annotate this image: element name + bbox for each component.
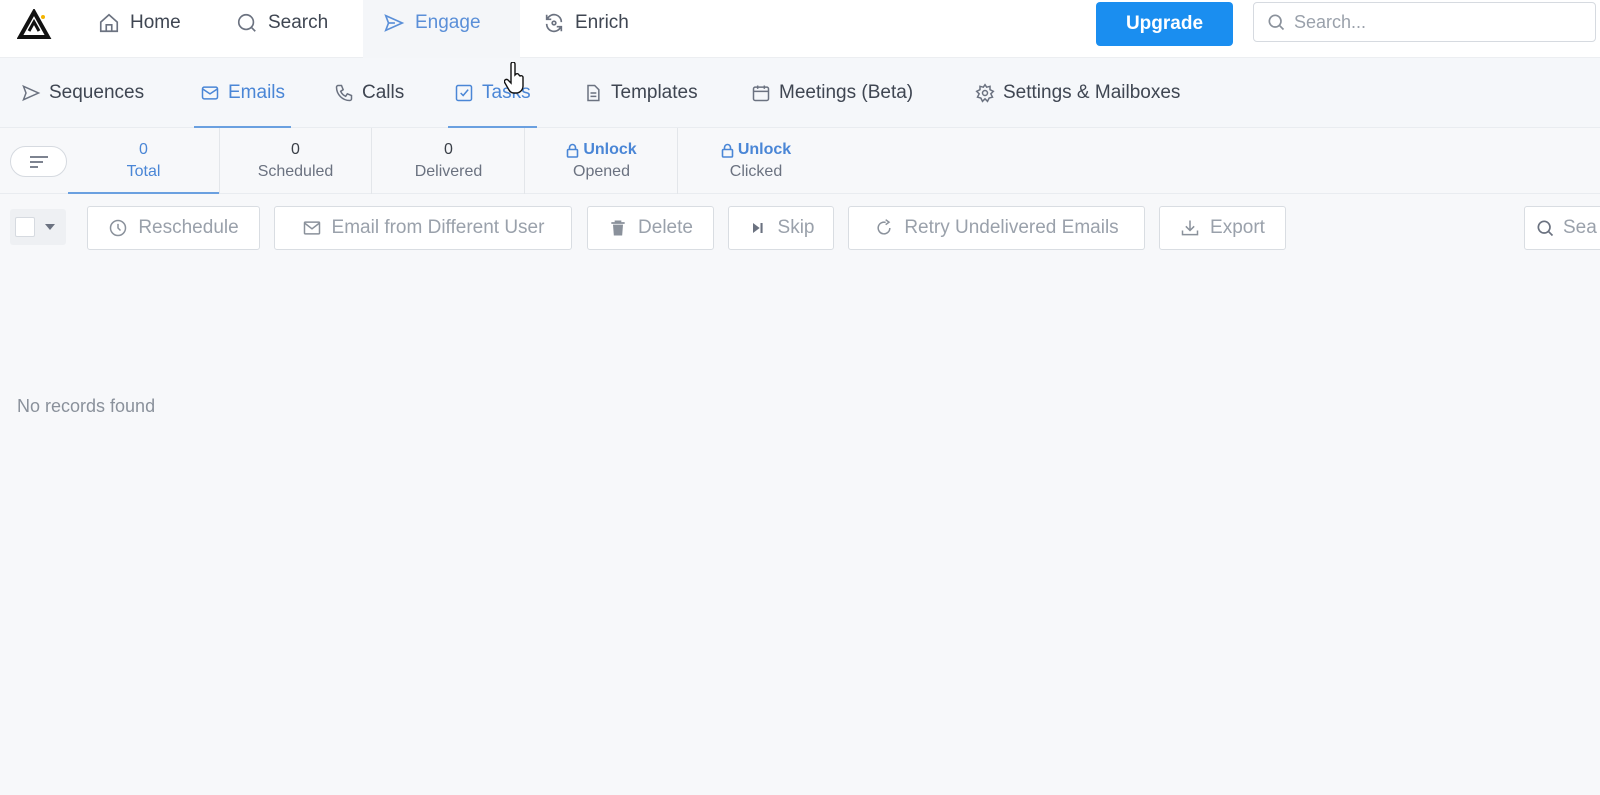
tab-meetings-label: Meetings (Beta) [779,82,914,103]
search-icon [1268,14,1285,31]
skip-button[interactable]: Skip [728,206,834,250]
home-icon [99,13,119,33]
nav-enrich[interactable]: Enrich [523,0,649,46]
delete-label: Delete [638,217,693,238]
skip-forward-icon [752,223,763,233]
reschedule-label: Reschedule [138,217,239,238]
stat-total[interactable]: 0 Total [68,128,220,194]
bulk-actions-toolbar: Reschedule Email from Different User Del… [0,205,1600,251]
phone-icon [335,84,353,102]
gear-icon [975,83,995,103]
filter-toggle-button[interactable] [10,146,67,177]
search-icon [237,13,256,32]
global-search-placeholder: Search... [1294,11,1367,32]
engage-subnav: Sequences Emails Calls Tasks Templates M… [0,58,1600,128]
stat-delivered[interactable]: 0 Delivered [373,128,525,194]
lock-icon [567,143,579,158]
stat-scheduled-label: Scheduled [257,163,334,180]
retry-undelivered-button[interactable]: Retry Undelivered Emails [848,206,1145,250]
stat-opened[interactable]: Unlock Opened [526,128,678,194]
retry-undelivered-label: Retry Undelivered Emails [904,217,1119,238]
mail-icon [201,86,219,100]
export-label: Export [1210,217,1265,238]
unlock-clicked-link[interactable]: Unlock [721,139,791,161]
unlock-clicked-label: Unlock [737,141,792,158]
tab-sequences-label: Sequences [49,82,145,103]
download-icon [1181,220,1199,236]
stat-opened-label: Opened [573,163,630,180]
search-icon [1537,220,1554,237]
delete-button[interactable]: Delete [587,206,714,250]
stat-scheduled[interactable]: 0 Scheduled [220,128,372,194]
select-all-checkbox[interactable] [15,217,35,237]
nav-home-label: Home [130,12,181,33]
tab-calls[interactable]: Calls [334,58,404,128]
document-icon [587,84,600,102]
tab-meetings[interactable]: Meetings (Beta) [751,58,913,128]
skip-label: Skip [777,217,815,238]
stat-delivered-label: Delivered [414,163,483,180]
calendar-icon [752,85,770,102]
lock-icon [721,143,734,158]
nav-engage[interactable]: Engage [363,0,520,58]
stat-total-value: 0 [139,141,148,158]
send-icon [384,14,405,32]
stat-total-label: Total [126,163,161,180]
stat-clicked[interactable]: Unlock Clicked [680,128,832,194]
nav-home[interactable]: Home [78,0,201,46]
tab-settings-label: Settings & Mailboxes [1003,82,1181,103]
list-search-placeholder: Sea [1563,217,1597,238]
hand-pointer-icon [504,62,524,94]
nav-search-label: Search [268,12,329,33]
send-icon [22,84,41,102]
reschedule-button[interactable]: Reschedule [87,206,260,250]
stat-clicked-label: Clicked [729,163,783,180]
tab-calls-label: Calls [362,82,405,103]
filter-lines-icon [29,155,48,168]
nav-search[interactable]: Search [216,0,348,46]
active-stat-indicator [68,192,219,194]
global-search-input[interactable]: Search... [1253,2,1596,42]
mail-icon [303,221,320,235]
nav-engage-label: Engage [415,12,481,33]
redo-icon [877,219,891,235]
tab-sequences[interactable]: Sequences [21,58,144,128]
trash-icon [611,220,625,236]
select-all-dropdown[interactable] [10,209,66,245]
unlock-opened-label: Unlock [583,141,637,158]
checkbox-icon [455,84,473,102]
tab-templates[interactable]: Templates [583,58,698,128]
tab-settings-mailboxes[interactable]: Settings & Mailboxes [975,58,1180,128]
upgrade-button[interactable]: Upgrade [1096,2,1233,46]
tab-emails[interactable]: Emails [194,58,292,128]
list-search-input[interactable]: Sea [1524,206,1600,250]
stat-scheduled-value: 0 [291,141,300,158]
tab-emails-label: Emails [228,82,286,103]
clock-icon [110,219,127,237]
stat-delivered-value: 0 [444,141,453,158]
export-button[interactable]: Export [1159,206,1286,250]
unlock-opened-link[interactable]: Unlock [566,139,637,161]
refresh-icon [545,13,563,33]
app-logo-icon[interactable] [17,9,53,39]
email-from-different-user-button[interactable]: Email from Different User [274,206,572,250]
email-stats-bar: 0 Total 0 Scheduled 0 Delivered Unlock O… [0,128,1600,194]
caret-down-icon [45,224,55,230]
nav-enrich-label: Enrich [575,12,629,33]
tab-templates-label: Templates [611,82,698,103]
email-from-different-user-label: Email from Different User [331,217,545,238]
top-navigation-bar: Home Search Engage Enrich Upgrade Search… [0,0,1600,58]
empty-state-message: No records found [17,396,156,416]
